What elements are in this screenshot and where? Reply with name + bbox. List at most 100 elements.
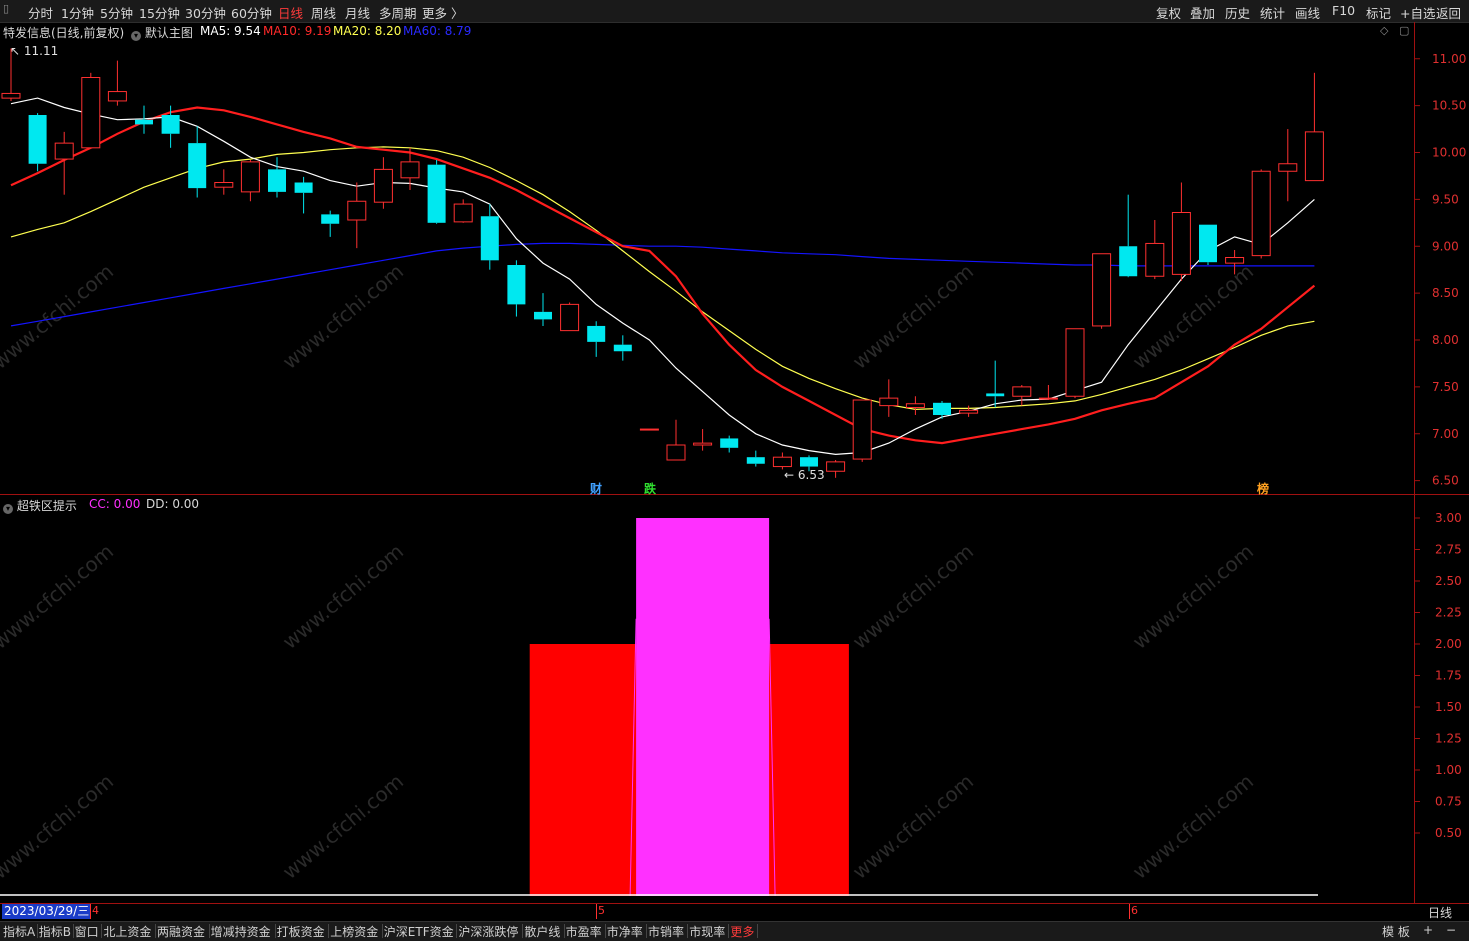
candle-body [161,115,180,134]
candle-body [666,444,686,461]
period-label: 日线 [1428,906,1453,920]
candle-body [507,265,526,305]
cc-bar [636,518,770,896]
candle [720,435,739,453]
f10-button[interactable]: F10 [1332,3,1355,18]
indicator-tab[interactable]: 北上资金 [103,923,151,940]
indicator-tab[interactable]: 沪深ETF资金 [384,923,454,940]
indicator-tab[interactable]: 增减持资金 [211,923,271,940]
candle [294,176,313,214]
sub-y-tick-label: 0.50 [1435,826,1462,840]
ma60-line [10,242,1315,327]
candle-body [959,409,979,414]
candle [613,335,632,361]
sub-y-tick-label: 1.25 [1435,732,1462,746]
candle [427,160,446,224]
month-label-may: 5 [598,904,605,917]
indicator-tab[interactable]: 沪深涨跌停 [458,923,518,940]
draw-line-button[interactable]: 画线 [1295,3,1320,22]
tab-separator [604,924,606,938]
event-tag: 跌 [644,481,657,496]
y-tick-label: 8.00 [1432,333,1459,347]
candle [959,405,979,417]
indicator-tab[interactable]: 窗口 [75,923,99,940]
indicator-tab[interactable]: 散户线 [524,923,560,940]
candle-body [1278,163,1298,172]
kline-chart-area[interactable]: www.cfchi.com www.cfchi.com www.cfchi.com w… [0,22,1469,904]
candle [1119,194,1138,278]
period-15min[interactable]: 15分钟 [139,3,180,22]
candle-body [480,216,499,261]
candle [268,157,286,198]
period-1min[interactable]: 1分钟 [61,3,94,22]
period-60min[interactable]: 60分钟 [231,3,272,22]
overlay-button[interactable]: 叠加 [1190,3,1215,22]
candle-body [400,161,420,179]
candle [214,169,234,195]
candle [772,452,792,470]
zoom-in-button[interactable]: + [1423,923,1433,937]
y-tick-label: 11.00 [1432,52,1466,66]
candle-body [534,311,552,320]
candle-body [427,164,446,223]
watermark-text: www.cfchi.com [1128,539,1258,654]
period-monthly[interactable]: 月线 [345,3,370,22]
candle-body [1038,397,1058,400]
candle-body [852,399,872,460]
period-daily[interactable]: 日线 [278,3,303,22]
sub-y-tick-label: 0.75 [1435,795,1462,809]
indicator-tab[interactable]: 市盈率 [566,923,602,940]
candle [1145,220,1165,280]
sub-y-tick-label: 1.75 [1435,669,1462,683]
month-label-jun: 6 [1131,904,1138,917]
period-30min[interactable]: 30分钟 [185,3,226,22]
tab-separator [456,924,458,938]
indicator-tab[interactable]: 指标B [39,923,71,940]
period-5min[interactable]: 5分钟 [100,3,133,22]
mark-button[interactable]: 标记 [1366,3,1391,22]
statistics-button[interactable]: 统计 [1260,3,1285,22]
candle-body [587,325,606,342]
indicator-tab[interactable]: 市现率 [689,923,725,940]
candle-body [1119,246,1138,277]
candle-body [1304,131,1324,182]
template-button[interactable]: 模 板 [1382,923,1410,940]
period-multi[interactable]: 多周期 [379,3,417,22]
period-more[interactable]: 更多 〉 [422,3,463,22]
candle [852,399,872,462]
period-fenshi[interactable]: 分时 [28,3,53,22]
y-tick-label: 10.50 [1432,99,1466,113]
indicator-tab[interactable]: 打板资金 [277,923,325,940]
indicator-tab[interactable]: 市净率 [607,923,643,940]
tab-separator [328,924,330,938]
indicator-tab[interactable]: 更多 [730,923,754,940]
tab-separator [208,924,210,938]
menu-icon[interactable]: ▯ [3,2,9,15]
indicator-tab[interactable]: 指标A [3,923,35,940]
y-tick-label: 9.00 [1432,239,1459,253]
indicator-tab[interactable]: 上榜资金 [330,923,378,940]
low-price-marker: ← 6.53 [784,468,825,482]
zoom-out-button[interactable]: − [1446,923,1456,937]
back-button[interactable]: 返回 [1436,3,1461,22]
candle-body [1065,328,1085,397]
indicator-tab[interactable]: 市销率 [648,923,684,940]
y-tick-label: 7.50 [1432,380,1459,394]
watermark-text: www.cfchi.com [278,539,408,654]
y-tick-label: 9.50 [1432,192,1459,206]
period-weekly[interactable]: 周线 [311,3,336,22]
candle-body [933,402,951,415]
y-tick-label: 7.00 [1432,427,1459,441]
tab-separator [563,924,565,938]
sub-y-tick-label: 2.00 [1435,637,1462,651]
history-button[interactable]: 历史 [1225,3,1250,22]
candle [1251,169,1271,259]
indicator-tab[interactable]: 两融资金 [157,923,205,940]
candle [666,419,686,461]
watermark-text: www.cfchi.com [848,259,978,374]
y-tick-label: 10.00 [1432,146,1466,160]
add-watchlist-button[interactable]: +自选 [1400,3,1435,22]
watermark-text: www.cfchi.com [278,259,408,374]
candle [188,126,207,198]
restore-rights-button[interactable]: 复权 [1156,3,1181,22]
